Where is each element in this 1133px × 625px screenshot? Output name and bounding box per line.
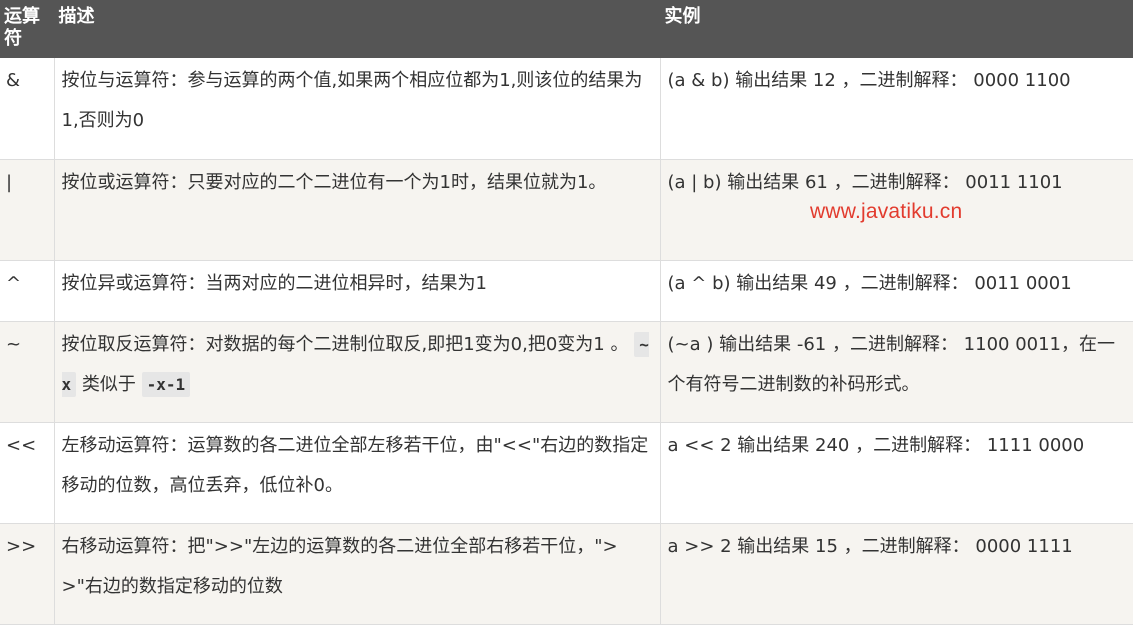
- operator-cell: ^: [0, 260, 55, 322]
- table-row: | 按位或运算符：只要对应的二个二进位有一个为1时，结果位就为1。 (a | b…: [0, 159, 1133, 261]
- operator-cell: <<: [0, 422, 55, 524]
- description-cell: 按位或运算符：只要对应的二个二进位有一个为1时，结果位就为1。: [54, 159, 661, 261]
- description-cell: 按位取反运算符：对数据的每个二进制位取反,即把1变为0,把0变为1 。 ~x 类…: [54, 321, 661, 423]
- example-cell: (a ^ b) 输出结果 49 ，二进制解释： 0011 0001: [660, 260, 1133, 322]
- description-cell: 按位异或运算符：当两对应的二进位相异时，结果为1: [54, 260, 661, 322]
- operator-cell: |: [0, 159, 55, 261]
- header-operator: 运算符: [0, 0, 55, 58]
- table-row: << 左移动运算符：运算数的各二进位全部左移若干位，由"<<"右边的数指定移动的…: [0, 422, 1133, 524]
- header-example: 实例: [660, 0, 1133, 58]
- operator-cell: &: [0, 58, 55, 160]
- bitwise-operators-table: 运算符 描述 实例 & 按位与运算符：参与运算的两个值,如果两个相应位都为1,则…: [0, 0, 1133, 625]
- table-header-row: 运算符 描述 实例: [0, 0, 1133, 58]
- example-cell: (a & b) 输出结果 12 ，二进制解释： 0000 1100: [660, 58, 1133, 160]
- description-text: 类似于: [81, 373, 136, 395]
- description-cell: 左移动运算符：运算数的各二进位全部左移若干位，由"<<"右边的数指定移动的位数，…: [54, 422, 661, 524]
- table-row: & 按位与运算符：参与运算的两个值,如果两个相应位都为1,则该位的结果为1,否则…: [0, 58, 1133, 160]
- operator-cell: >>: [0, 523, 55, 625]
- header-description: 描述: [54, 0, 661, 58]
- operator-cell: ~: [0, 321, 55, 423]
- example-cell: a << 2 输出结果 240 ，二进制解释： 1111 0000: [660, 422, 1133, 524]
- code-snippet: -x-1: [141, 371, 191, 397]
- table-row: >> 右移动运算符：把">>"左边的运算数的各二进位全部右移若干位，">>"右边…: [0, 523, 1133, 625]
- description-cell: 按位与运算符：参与运算的两个值,如果两个相应位都为1,则该位的结果为1,否则为0: [54, 58, 661, 160]
- description-text: 按位取反运算符：对数据的每个二进制位取反,即把1变为0,把0变为1 。: [61, 333, 629, 355]
- table-row: ~ 按位取反运算符：对数据的每个二进制位取反,即把1变为0,把0变为1 。 ~x…: [0, 321, 1133, 423]
- description-cell: 右移动运算符：把">>"左边的运算数的各二进位全部右移若干位，">>"右边的数指…: [54, 523, 661, 625]
- example-cell: (~a ) 输出结果 -61 ，二进制解释： 1100 0011，在一个有符号二…: [660, 321, 1133, 423]
- table-row: ^ 按位异或运算符：当两对应的二进位相异时，结果为1 (a ^ b) 输出结果 …: [0, 260, 1133, 322]
- example-cell: a >> 2 输出结果 15 ，二进制解释： 0000 1111: [660, 523, 1133, 625]
- watermark-text: www.javatiku.cn: [810, 200, 963, 223]
